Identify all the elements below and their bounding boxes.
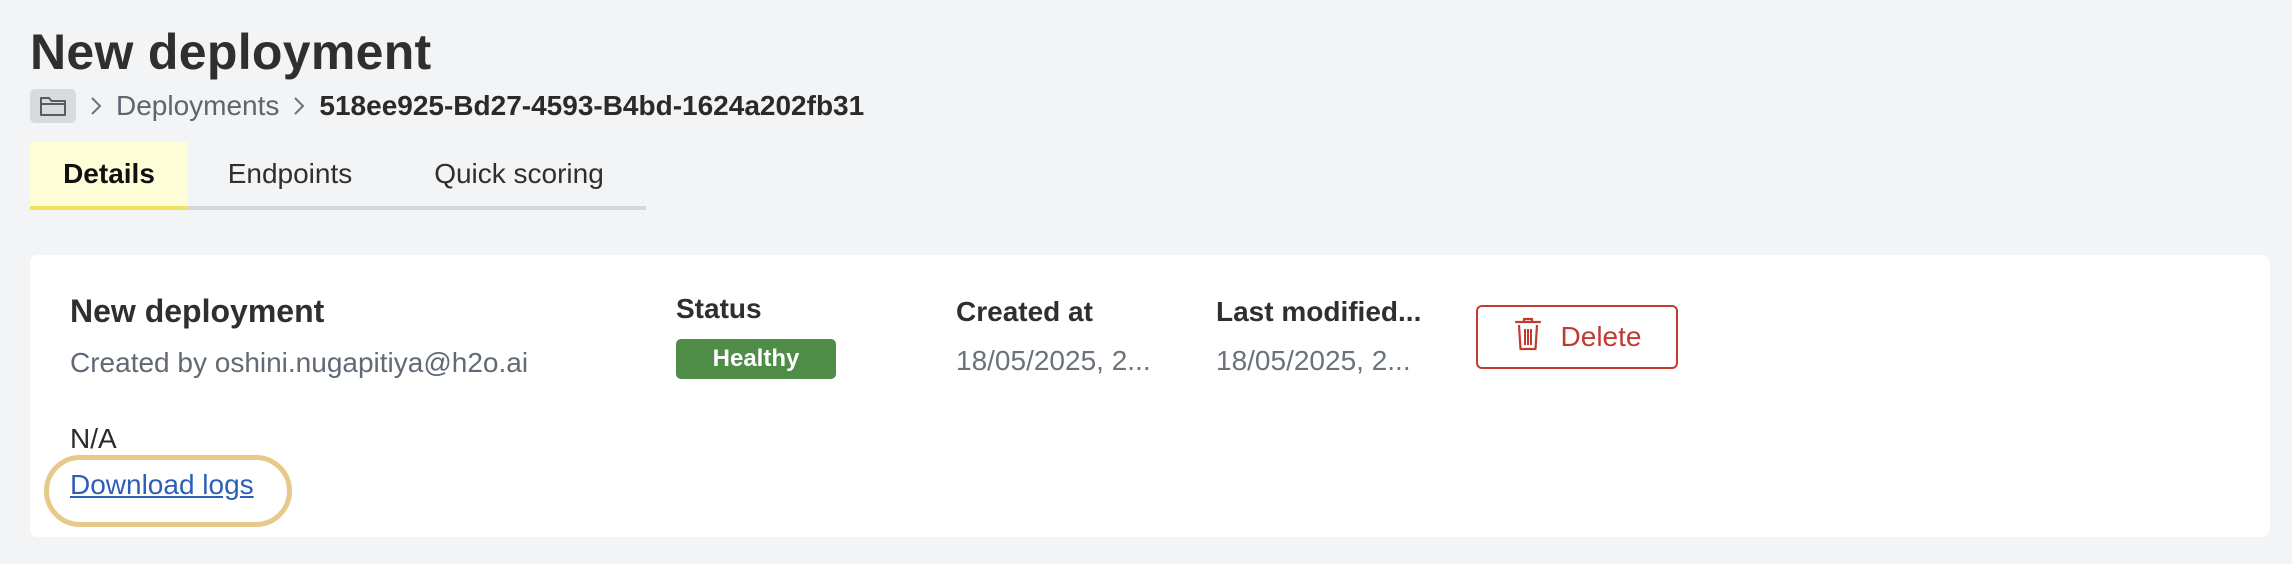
folder-icon[interactable] bbox=[30, 89, 76, 123]
delete-button[interactable]: Delete bbox=[1476, 305, 1678, 369]
created-at-label: Created at bbox=[956, 296, 1093, 327]
tab-bar: Details Endpoints Quick scoring bbox=[30, 142, 646, 210]
chevron-right-icon bbox=[84, 94, 108, 118]
tab-quick-scoring[interactable]: Quick scoring bbox=[392, 142, 646, 206]
breadcrumb: Deployments 518ee925-Bd27-4593-B4bd-1624… bbox=[30, 88, 864, 124]
tab-endpoints[interactable]: Endpoints bbox=[188, 142, 392, 206]
page-title: New deployment bbox=[30, 24, 432, 80]
delete-label: Delete bbox=[1560, 321, 1642, 352]
breadcrumb-deployments[interactable]: Deployments bbox=[116, 90, 279, 122]
deployment-name: New deployment bbox=[70, 293, 325, 329]
description: N/A bbox=[70, 423, 117, 454]
breadcrumb-current: 518ee925-Bd27-4593-B4bd-1624a202fb31 bbox=[319, 90, 865, 121]
created-at-value: 18/05/2025, 2... bbox=[956, 345, 1151, 376]
deployment-card: New deployment Created by oshini.nugapit… bbox=[30, 255, 2270, 537]
trash-icon bbox=[1513, 316, 1543, 359]
status-badge: Healthy bbox=[676, 339, 836, 379]
last-modified-value: 18/05/2025, 2... bbox=[1216, 345, 1411, 376]
chevron-right-icon bbox=[287, 94, 311, 118]
status-label: Status bbox=[676, 293, 762, 324]
created-by: Created by oshini.nugapitiya@h2o.ai bbox=[70, 347, 529, 378]
tab-details[interactable]: Details bbox=[30, 142, 188, 210]
download-logs-link[interactable]: Download logs bbox=[70, 469, 254, 501]
last-modified-label: Last modified... bbox=[1216, 296, 1422, 327]
